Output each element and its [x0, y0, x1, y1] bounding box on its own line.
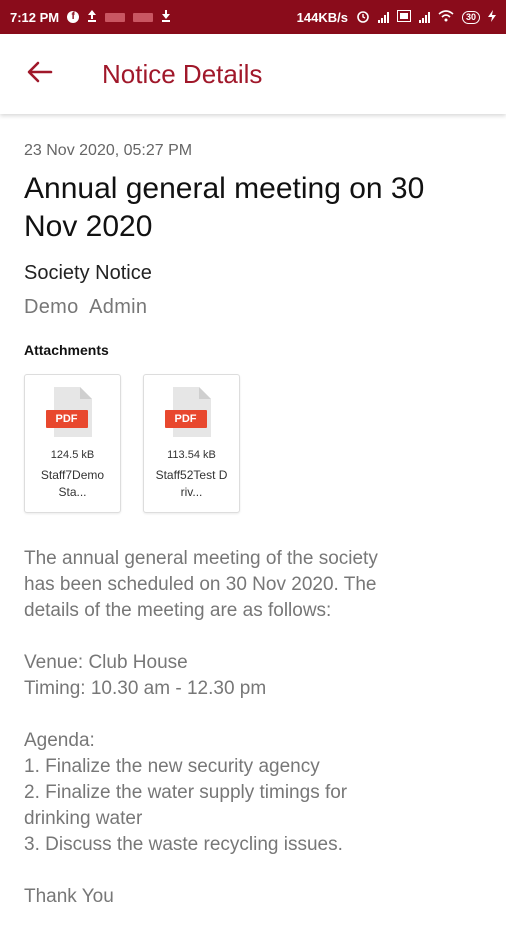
battery-icon: 30	[461, 10, 480, 24]
alarm-icon	[356, 9, 370, 26]
body-line: Agenda:	[24, 730, 95, 751]
body-line: The annual general meeting of the societ…	[24, 548, 378, 569]
status-bar: 7:12 PM f 144KB/s 30	[0, 0, 506, 34]
body-line: details of the meeting are as follows:	[24, 600, 332, 621]
notice-title: Annual general meeting on 30 Nov 2020	[24, 172, 425, 243]
pdf-file-icon: PDF	[45, 385, 94, 439]
body-paragraph: Agenda: 1. Finalize the new security age…	[24, 728, 484, 858]
attachment-size: 113.54 kB	[167, 449, 216, 461]
charging-icon	[488, 9, 496, 25]
body-line: Timing: 10.30 am - 12.30 pm	[24, 678, 267, 699]
page-title: Notice Details	[102, 58, 263, 89]
notice-timestamp: 23 Nov 2020, 05:27 PM	[24, 142, 193, 159]
upload-icon	[87, 9, 97, 25]
body-line: drinking water	[24, 808, 143, 829]
arrow-left-icon	[27, 61, 53, 88]
status-bar-left: 7:12 PM f	[10, 9, 171, 25]
body-line: Venue: Club House	[24, 652, 188, 673]
download-icon	[161, 9, 171, 25]
attachments-heading: Attachments	[24, 342, 109, 358]
signal-icon	[377, 11, 389, 23]
app-bar: Notice Details	[0, 34, 506, 114]
network-speed: 144KB/s	[296, 9, 348, 25]
body-paragraph: The annual general meeting of the societ…	[24, 546, 484, 624]
notice-body: The annual general meeting of the societ…	[24, 546, 484, 936]
notification-icon	[133, 12, 154, 22]
attachment-size: 124.5 kB	[50, 449, 95, 461]
back-button[interactable]	[20, 54, 60, 94]
pdf-file-icon: PDF	[164, 385, 213, 439]
notification-icon	[105, 12, 126, 22]
pdf-label: PDF	[164, 410, 207, 428]
signal-icon	[418, 11, 430, 23]
body-line: 1. Finalize the new security agency	[24, 756, 320, 777]
facebook-icon: f	[67, 11, 80, 23]
notice-category: Society Notice	[24, 262, 152, 284]
attachment-card[interactable]: PDF 113.54 kB Staff52Test Driv...	[143, 374, 240, 513]
pdf-label: PDF	[45, 410, 88, 428]
attachment-card[interactable]: PDF 124.5 kB Staff7Demo Sta...	[24, 374, 121, 513]
body-line: Thank You	[24, 886, 114, 907]
battery-level: 30	[465, 11, 476, 22]
body-line: has been scheduled on 30 Nov 2020. The	[24, 574, 377, 595]
notice-author: Demo Admin	[24, 296, 148, 318]
status-time: 7:12 PM	[10, 9, 60, 25]
wifi-icon	[438, 9, 454, 25]
body-paragraph: Venue: Club House Timing: 10.30 am - 12.…	[24, 650, 484, 702]
body-paragraph: Thank You	[24, 884, 484, 910]
volte-icon	[396, 9, 411, 25]
body-line: 2. Finalize the water supply timings for	[24, 782, 348, 803]
body-line: 3. Discuss the waste recycling issues.	[24, 834, 343, 855]
status-bar-right: 144KB/s 30	[297, 9, 496, 26]
attachment-list: PDF 124.5 kB Staff7Demo Sta... PDF 113.5…	[24, 374, 240, 513]
attachment-name: Staff52Test Driv...	[155, 468, 228, 499]
attachment-name: Staff7Demo Sta...	[40, 468, 105, 499]
